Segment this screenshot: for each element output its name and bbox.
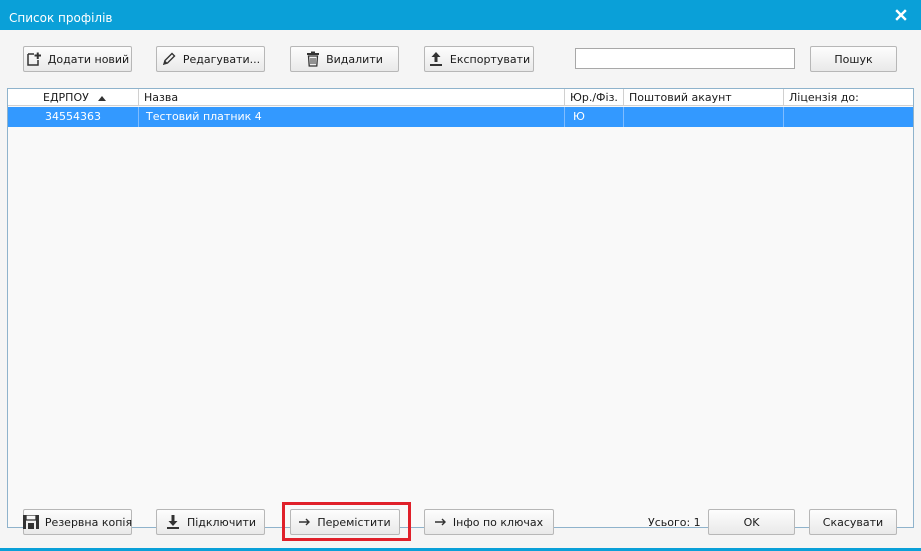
keys-info-button[interactable]: Інфо по ключах	[424, 509, 554, 535]
title-bar: Список профілів	[0, 0, 921, 30]
connect-button[interactable]: Підключити	[156, 509, 265, 535]
keys-info-label: Інфо по ключах	[452, 515, 544, 529]
dialog-body: Додати новий Редагувати... Видалити Експ…	[0, 30, 921, 548]
total-count: Усього: 1	[648, 516, 701, 529]
export-label: Експортувати	[449, 52, 531, 66]
search-label: Пошук	[834, 52, 873, 66]
table-row[interactable]: 34554363 Тестовий платник 4 Ю	[8, 107, 913, 127]
trash-icon	[307, 51, 320, 67]
add-document-icon	[27, 52, 41, 66]
edit-label: Редагувати...	[182, 52, 261, 66]
add-new-button[interactable]: Додати новий	[23, 46, 132, 72]
floppy-disk-icon	[22, 515, 39, 529]
download-icon	[166, 515, 179, 529]
arrow-right-icon	[434, 518, 446, 526]
cell-mail-account	[623, 107, 783, 127]
move-label: Перемістити	[317, 515, 391, 529]
cancel-label: Скасувати	[822, 515, 884, 529]
delete-label: Видалити	[326, 52, 383, 66]
cell-type: Ю	[564, 107, 623, 127]
export-button[interactable]: Експортувати	[424, 46, 534, 72]
column-header-mail-account[interactable]: Поштовий акаунт	[623, 89, 783, 106]
profiles-table[interactable]: ЕДРПОУ Назва Юр./Фіз. Поштовий акаунт Лі…	[7, 88, 914, 528]
column-header-license[interactable]: Ліцензія до:	[783, 89, 913, 106]
delete-button[interactable]: Видалити	[290, 46, 399, 72]
column-header-edrpou[interactable]: ЕДРПОУ	[8, 89, 138, 106]
column-header-type[interactable]: Юр./Фіз.	[564, 89, 623, 106]
connect-label: Підключити	[186, 515, 257, 529]
ok-button[interactable]: OK	[708, 509, 795, 535]
backup-label: Резервна копія	[44, 515, 133, 529]
cell-edrpou: 34554363	[45, 110, 101, 123]
table-header: ЕДРПОУ Назва Юр./Фіз. Поштовий акаунт Лі…	[8, 89, 913, 106]
arrow-right-icon	[299, 518, 311, 526]
search-input[interactable]	[575, 48, 795, 69]
move-button[interactable]: Перемістити	[290, 509, 400, 535]
backup-button[interactable]: Резервна копія	[22, 509, 133, 535]
cell-license	[783, 107, 913, 127]
cancel-button[interactable]: Скасувати	[809, 509, 897, 535]
edit-button[interactable]: Редагувати...	[156, 46, 265, 72]
cell-name: Тестовий платник 4	[138, 107, 564, 127]
search-button[interactable]: Пошук	[810, 46, 897, 72]
window-title: Список профілів	[9, 11, 113, 25]
ok-label: OK	[743, 515, 760, 529]
sort-ascending-icon	[98, 95, 107, 101]
close-icon[interactable]	[895, 9, 907, 21]
pencil-icon	[162, 52, 176, 66]
upload-icon	[429, 52, 442, 66]
add-new-label: Додати новий	[47, 52, 130, 66]
column-header-name[interactable]: Назва	[138, 89, 564, 106]
